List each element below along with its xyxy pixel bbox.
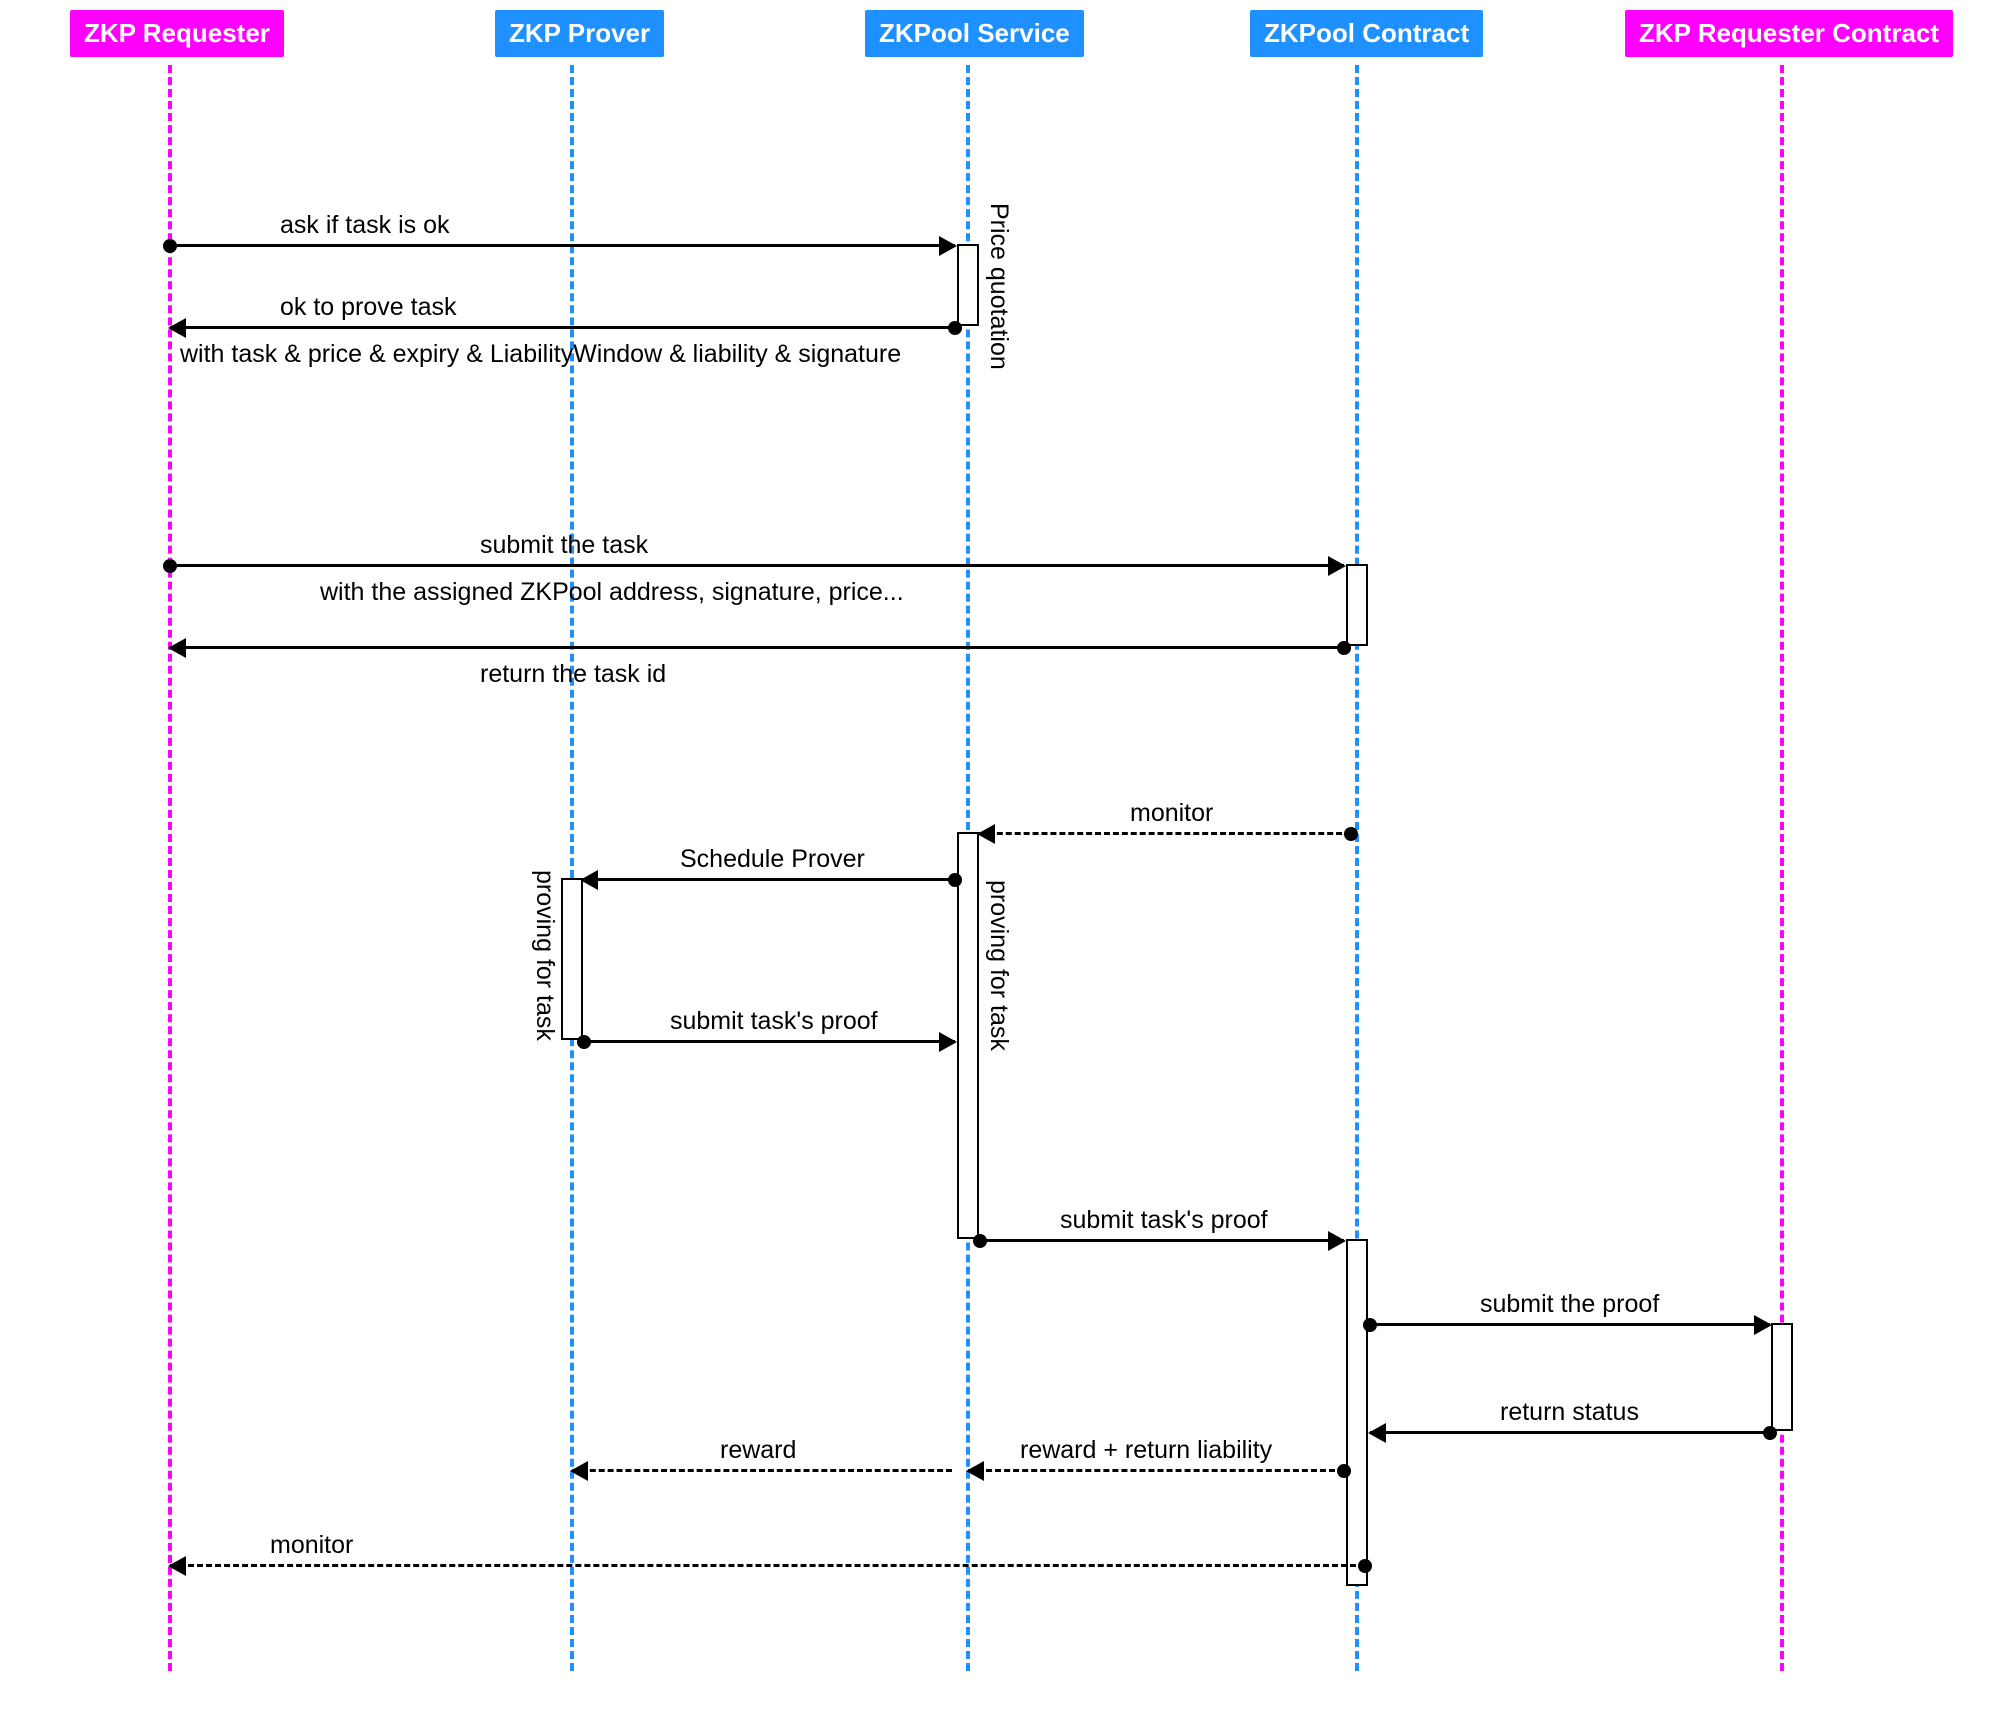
activation-contract-proof [1346,1239,1368,1586]
participant-service: ZKPool Service [865,10,1084,57]
label-monitor-1: monitor [1130,799,1213,828]
label-schedule-prover: Schedule Prover [680,845,865,874]
label-monitor-2: monitor [270,1531,353,1560]
participant-requester-contract: ZKP Requester Contract [1625,10,1953,57]
msg-monitor-2 [170,1564,1365,1567]
participant-prover: ZKP Prover [495,10,664,57]
label-with-assigned: with the assigned ZKPool address, signat… [320,578,904,607]
msg-reward-liability [968,1469,1344,1472]
msg-schedule-prover [582,878,955,881]
msg-submit-proof-prover [584,1040,955,1043]
label-with-quote: with task & price & expiry & LiabilityWi… [180,340,901,369]
participant-contract: ZKPool Contract [1250,10,1483,57]
msg-monitor-1 [979,832,1351,835]
label-submit-task: submit the task [480,531,648,560]
activation-service-proving [957,832,979,1239]
activation-contract-task [1346,564,1368,646]
label-proving-right: proving for task [984,880,1013,1051]
msg-ok-to-prove [170,326,955,329]
msg-return-task-id [170,646,1344,649]
activation-prover [561,878,583,1040]
participant-requester: ZKP Requester [70,10,284,57]
msg-submit-proof-service [980,1239,1344,1242]
msg-submit-the-proof [1370,1323,1770,1326]
activation-reqcontract [1771,1323,1793,1431]
label-return-task-id: return the task id [480,660,666,689]
label-ask-task: ask if task is ok [280,211,450,240]
label-submit-proof-prover: submit task's proof [670,1007,878,1036]
label-submit-proof-service: submit task's proof [1060,1206,1268,1235]
label-price-quotation: Price quotation [984,203,1013,370]
msg-submit-task [170,564,1344,567]
msg-ask-task [170,244,955,247]
label-submit-the-proof: submit the proof [1480,1290,1659,1319]
label-reward-liability: reward + return liability [1020,1436,1272,1465]
msg-reward [572,1469,952,1472]
lifeline-requester [168,65,172,1671]
msg-return-status [1370,1431,1770,1434]
activation-service-quote [957,244,979,326]
sequence-diagram: ZKP Requester ZKP Prover ZKPool Service … [0,0,2000,1711]
label-return-status: return status [1500,1398,1639,1427]
label-ok-to-prove: ok to prove task [280,293,456,322]
lifeline-prover [570,65,574,1671]
label-proving-left: proving for task [530,870,559,1041]
label-reward: reward [720,1436,796,1465]
